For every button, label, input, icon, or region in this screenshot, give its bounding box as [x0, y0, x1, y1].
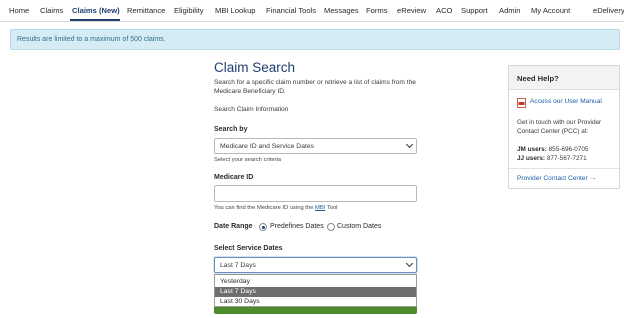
option-last-30-days[interactable]: Last 30 Days — [215, 297, 416, 307]
section-label: Search Claim Information — [214, 106, 289, 113]
alert-text: Results are limited to a maximum of 500 … — [17, 36, 166, 43]
nav-edelivery[interactable]: eDelivery — [593, 6, 624, 15]
nav-home[interactable]: Home — [9, 6, 29, 15]
phone-jj-number: 877-567-7271 — [546, 155, 587, 162]
nav-claims[interactable]: Claims — [40, 6, 63, 15]
phone-jm-number: 855-696-0705 — [548, 146, 589, 153]
search-by-select[interactable]: Medicare ID and Service Dates — [214, 138, 417, 154]
search-by-value: Medicare ID and Service Dates — [220, 143, 315, 150]
page-description: Search for a specific claim number or re… — [214, 79, 416, 95]
nav-eligibility[interactable]: Eligibility — [174, 6, 204, 15]
help-divider — [509, 168, 619, 169]
phone-jm: JM users: 855-696-0705 — [517, 146, 588, 153]
contact-text: Get in touch with our Provider Contact C… — [517, 119, 602, 135]
nav-mbi-lookup[interactable]: MBI Lookup — [215, 6, 256, 15]
nav-financial-tools[interactable]: Financial Tools — [266, 6, 316, 15]
radio-custom-label[interactable]: Custom Dates — [337, 223, 381, 230]
pdf-icon — [517, 98, 526, 108]
nav-support[interactable]: Support — [461, 6, 488, 15]
search-by-hint: Select your search criteria — [214, 157, 282, 163]
phone-jj: JJ users: 877-567-7271 — [517, 155, 587, 162]
medicare-id-hint-suffix: Tool — [326, 205, 338, 211]
top-navigation: Home Claims Claims (New) Remittance Elig… — [0, 0, 624, 22]
medicare-id-hint: You can find the Medicare ID using the M… — [214, 205, 337, 211]
mbi-tool-link[interactable]: MBI — [315, 205, 325, 211]
active-tab-indicator — [70, 19, 120, 21]
user-manual-link[interactable]: Access our User Manual — [530, 98, 602, 105]
radio-custom-dates[interactable] — [327, 223, 335, 231]
medicare-id-input[interactable] — [214, 185, 417, 202]
nav-claims-new[interactable]: Claims (New) — [72, 6, 120, 15]
info-alert: Results are limited to a maximum of 500 … — [10, 29, 620, 50]
service-dates-label: Select Service Dates — [214, 245, 283, 252]
medicare-id-hint-text: You can find the Medicare ID using the — [214, 205, 314, 211]
search-by-label: Search by — [214, 126, 248, 133]
option-last-7-days[interactable]: Last 7 Days — [215, 287, 416, 297]
pcc-link[interactable]: Provider Contact Center → — [517, 175, 596, 182]
date-range-label: Date Range — [214, 223, 253, 230]
service-dates-select[interactable]: Last 7 Days — [214, 257, 417, 273]
help-header: Need Help? — [509, 66, 619, 90]
phone-jj-label: JJ users: — [517, 155, 546, 162]
radio-predefined-label[interactable]: Predefines Dates — [270, 223, 324, 230]
help-panel: Need Help? Access our User Manual Get in… — [508, 65, 620, 189]
service-dates-options: Yesterday Last 7 Days Last 30 Days — [214, 274, 417, 307]
nav-aco[interactable]: ACO — [436, 6, 452, 15]
phone-jm-label: JM users: — [517, 146, 547, 153]
medicare-id-label: Medicare ID — [214, 174, 254, 181]
page-title: Claim Search — [214, 60, 296, 75]
nav-forms[interactable]: Forms — [366, 6, 388, 15]
nav-ereview[interactable]: eReview — [397, 6, 426, 15]
chevron-down-icon — [405, 259, 414, 268]
nav-my-account[interactable]: My Account — [531, 6, 570, 15]
search-button[interactable] — [214, 307, 417, 314]
nav-messages[interactable]: Messages — [324, 6, 359, 15]
option-yesterday[interactable]: Yesterday — [215, 277, 416, 287]
radio-predefined-dates[interactable] — [259, 223, 267, 231]
chevron-down-icon — [405, 140, 414, 149]
help-title: Need Help? — [517, 74, 559, 83]
nav-admin[interactable]: Admin — [499, 6, 521, 15]
nav-remittance[interactable]: Remittance — [127, 6, 165, 15]
service-dates-value: Last 7 Days — [220, 262, 256, 269]
